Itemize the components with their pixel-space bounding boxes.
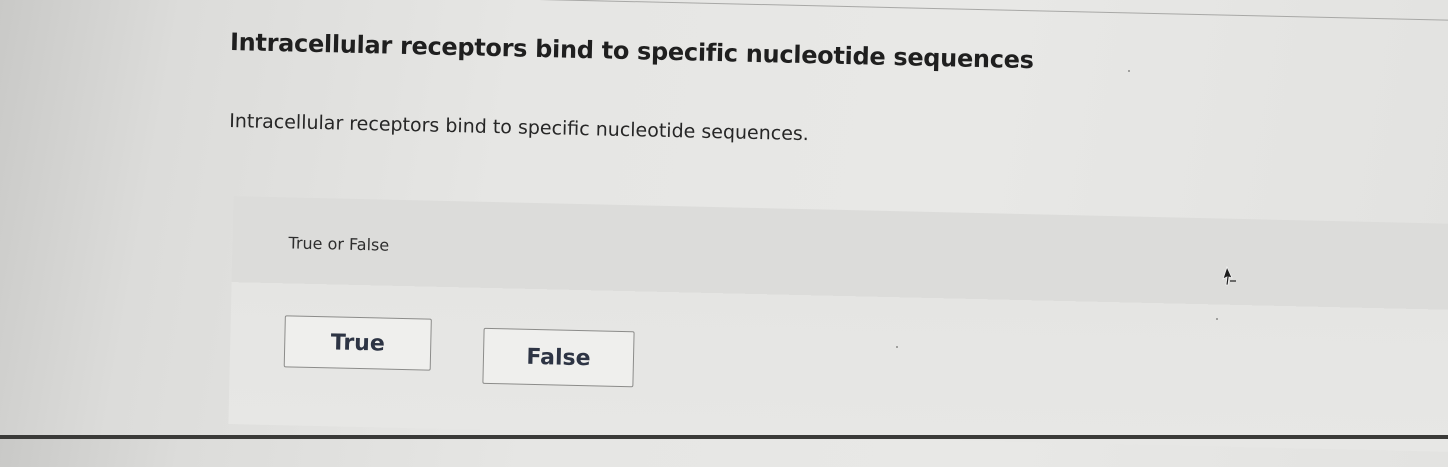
false-button[interactable]: False [482,327,635,388]
quiz-page: Intracellular receptors bind to specific… [0,0,1448,467]
question-statement: Intracellular receptors bind to specific… [229,110,810,146]
screen-speck [1216,318,1218,320]
monitor-bezel-edge [0,435,1448,439]
answer-prompt: True or False [288,233,390,255]
true-button[interactable]: True [283,315,432,371]
screen-speck [896,346,898,348]
mouse-pointer-icon [1222,266,1236,286]
false-button-label: False [526,344,591,371]
question-title: Intracellular receptors bind to specific… [229,28,1034,75]
top-divider [231,0,1448,22]
screen-speck [1128,70,1130,72]
true-button-label: True [330,329,386,357]
answer-panel: True or False True False [228,196,1448,453]
